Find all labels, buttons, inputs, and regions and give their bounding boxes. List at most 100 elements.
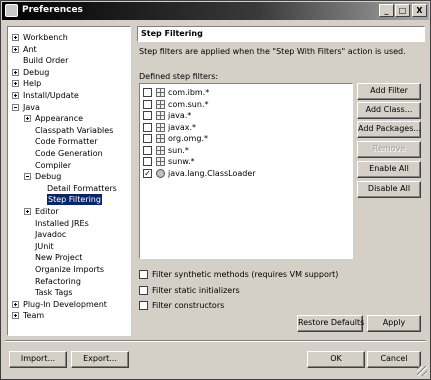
filter-checkbox[interactable]	[143, 122, 152, 132]
collapse-icon[interactable]	[24, 173, 31, 181]
tree-item[interactable]: Workbench	[8, 32, 128, 43]
filter-checkbox[interactable]	[143, 157, 152, 166]
tree-item-label: Debug	[23, 67, 50, 77]
preferences-tree[interactable]: Workbench Ant Build Order Debug Help Install/…	[7, 26, 131, 336]
expand-icon[interactable]	[12, 34, 19, 41]
filter-checkbox[interactable]	[143, 88, 152, 97]
list-item[interactable]: sun.*	[143, 145, 343, 156]
tree-item-label: Code Formatter	[35, 137, 98, 147]
expand-icon[interactable]	[12, 68, 19, 76]
package-icon	[156, 88, 165, 97]
tree-item[interactable]: Code Generation	[8, 148, 128, 159]
filter-name: sunw.*	[168, 157, 195, 166]
filter-name: com.sun.*	[168, 99, 209, 109]
add-class-button[interactable]: Add Class...	[357, 102, 421, 119]
tree-item[interactable]: Appearance	[8, 113, 128, 124]
cancel-button[interactable]: Cancel	[367, 351, 421, 368]
tree-item[interactable]: JUnit	[8, 241, 128, 252]
defined-filters-label: Defined step filters:	[139, 72, 219, 81]
filter-name: sun.*	[168, 145, 189, 155]
tree-item[interactable]: Debug	[8, 171, 128, 182]
tree-item-label: Team	[23, 311, 45, 321]
tree-item-label: Organize Imports	[35, 265, 105, 274]
tree-item-label: Code Generation	[35, 149, 103, 158]
maximize-button[interactable]: □	[395, 4, 410, 17]
list-item[interactable]: com.ibm.*	[143, 87, 343, 98]
filter-name: javax.*	[168, 122, 197, 132]
list-item[interactable]: org.omg.*	[143, 133, 343, 144]
tree-item-label: Appearance	[35, 114, 84, 124]
tree-item[interactable]: Refactoring	[8, 276, 128, 287]
filter-synthetic-label: Filter synthetic methods (requires VM su…	[152, 270, 339, 279]
expand-icon[interactable]	[12, 300, 19, 308]
filter-checkbox[interactable]	[143, 134, 152, 143]
tree-item-label: Workbench	[23, 33, 68, 42]
tree-item[interactable]: Plug-In Development	[8, 299, 128, 310]
collapse-icon[interactable]	[12, 103, 19, 111]
filter-checkbox[interactable]	[143, 145, 152, 155]
close-button[interactable]: X	[412, 4, 427, 17]
list-item[interactable]: javax.*	[143, 122, 343, 133]
tree-item[interactable]: New Project	[8, 252, 128, 263]
ok-button[interactable]: OK	[307, 351, 365, 368]
apply-button[interactable]: Apply	[367, 315, 421, 332]
enable-all-button[interactable]: Enable All	[357, 161, 421, 178]
resize-grip[interactable]	[417, 366, 427, 376]
tree-item[interactable]: Step Filtering	[8, 193, 128, 207]
preferences-window: Preferences _ □ X Workbench Ant Build Orde…	[0, 0, 431, 380]
tree-item-label: Installed JREs	[35, 218, 89, 228]
step-filter-list[interactable]: com.ibm.* com.sun.* java.* javax.* org.omg.*…	[139, 83, 353, 259]
remove-button[interactable]: Remove	[357, 141, 421, 158]
tree-item[interactable]: Debug	[8, 67, 128, 78]
list-item[interactable]: sunw.*	[143, 156, 343, 167]
tree-item[interactable]: Javadoc	[8, 229, 128, 240]
filter-static-checkbox[interactable]	[139, 286, 148, 295]
tree-item[interactable]: Install/Update	[8, 90, 128, 101]
tree-item[interactable]: Installed JREs	[8, 218, 128, 229]
tree-item[interactable]: Team	[8, 310, 128, 321]
tree-item-label: Javadoc	[35, 230, 67, 240]
tree-item[interactable]: Build Order	[8, 55, 128, 66]
list-item[interactable]: java.*	[143, 110, 343, 121]
restore-defaults-button[interactable]: Restore Defaults	[297, 315, 364, 332]
filter-constructors-checkbox[interactable]	[139, 301, 148, 310]
tree-item[interactable]: Task Tags	[8, 287, 128, 298]
tree-item[interactable]: Help	[8, 78, 128, 89]
tree-item[interactable]: Detail Formatters	[8, 183, 128, 194]
tree-item-label: New Project	[35, 253, 83, 263]
package-icon	[156, 145, 165, 155]
tree-item-label: JUnit	[35, 241, 54, 251]
window-title: Preferences	[22, 5, 83, 15]
filter-checkbox[interactable]	[143, 111, 152, 120]
tree-item-label: Compiler	[35, 160, 72, 170]
add-packages-button[interactable]: Add Packages...	[357, 121, 421, 138]
expand-icon[interactable]	[12, 80, 19, 88]
expand-icon[interactable]	[24, 208, 31, 215]
export-button[interactable]: Export...	[71, 351, 129, 368]
tree-item-label: Task Tags	[35, 288, 73, 298]
import-button[interactable]: Import...	[9, 351, 67, 368]
expand-icon[interactable]	[12, 312, 19, 320]
list-item[interactable]: ✓ java.lang.ClassLoader	[143, 168, 343, 179]
tree-item[interactable]: Organize Imports	[8, 264, 128, 275]
expand-icon[interactable]	[24, 115, 31, 123]
tree-item[interactable]: Java	[8, 102, 128, 113]
expand-icon[interactable]	[12, 92, 19, 99]
tree-item[interactable]: Ant	[8, 44, 128, 55]
tree-item[interactable]: Editor	[8, 206, 128, 217]
tree-item[interactable]: Classpath Variables	[8, 125, 128, 136]
list-item[interactable]: com.sun.*	[143, 99, 343, 110]
minimize-button[interactable]: _	[379, 4, 394, 17]
disable-all-button[interactable]: Disable All	[357, 181, 421, 198]
title-bar[interactable]: Preferences _ □ X	[2, 2, 429, 20]
expand-icon[interactable]	[12, 45, 19, 53]
filter-checkbox[interactable]	[143, 99, 152, 109]
tree-item[interactable]: Code Formatter	[8, 136, 128, 147]
filter-synthetic-checkbox[interactable]	[139, 270, 148, 279]
add-filter-button[interactable]: Add Filter	[357, 83, 421, 100]
tree-item-label: Editor	[35, 207, 59, 216]
tree-item-label: Help	[23, 79, 42, 89]
tree-item[interactable]: Compiler	[8, 160, 128, 171]
footer-separator	[5, 340, 426, 342]
filter-checkbox[interactable]: ✓	[143, 168, 152, 178]
